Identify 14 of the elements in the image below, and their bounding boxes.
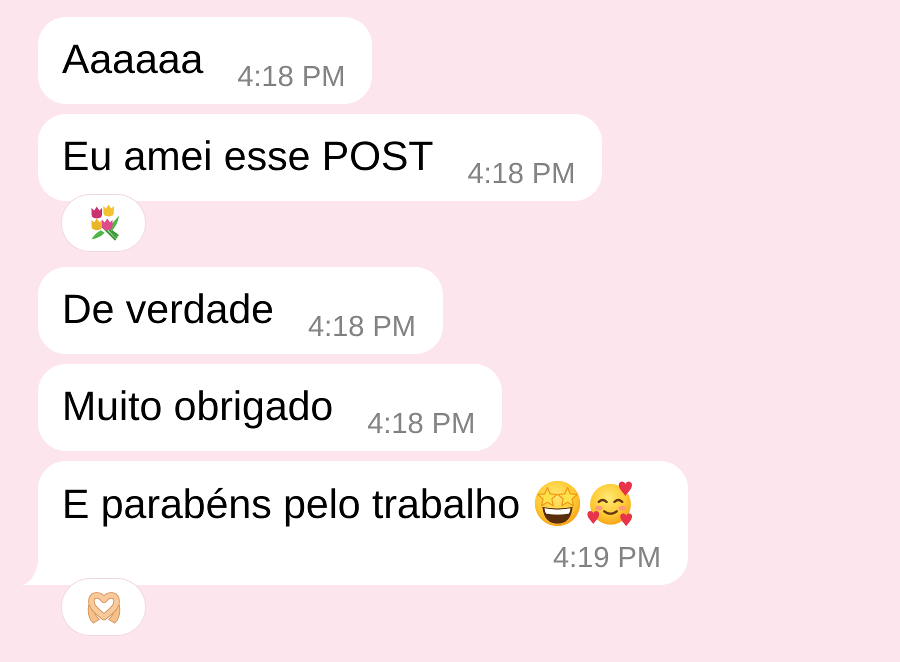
message-text: Aaaaaa — [62, 36, 204, 82]
message-text: De verdade — [62, 286, 274, 332]
message-time: 4:18 PM — [308, 312, 416, 342]
star-struck-face-icon — [534, 480, 582, 527]
message-time: 4:18 PM — [367, 409, 476, 439]
smiling-face-hearts-icon — [587, 480, 634, 527]
message-time: 4:18 PM — [467, 159, 576, 189]
message-text: E parabéns pelo trabalho — [62, 481, 520, 527]
reaction-pill[interactable] — [62, 195, 145, 251]
message-text: Eu amei esse POST — [62, 133, 434, 179]
message-text: Muito obrigado — [62, 383, 334, 429]
message-time: 4:18 PM — [237, 62, 346, 92]
message-time: 4:19 PM — [553, 543, 661, 573]
reaction-pill[interactable] — [62, 579, 145, 635]
